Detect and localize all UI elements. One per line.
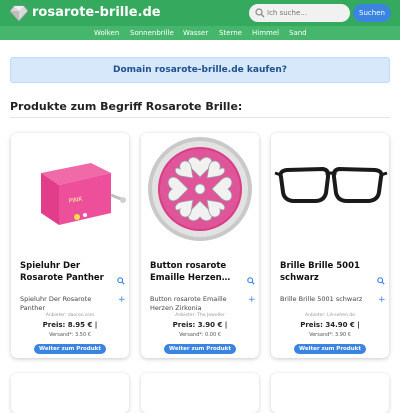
search-icon — [255, 8, 265, 18]
product-card[interactable] — [11, 373, 129, 413]
product-card[interactable]: Brille Brille 5001 schwarz Brille Brille… — [271, 133, 389, 358]
site-name[interactable]: rosarote-brille.de — [32, 4, 161, 22]
domain-sale-banner[interactable]: Domain rosarote-brille.de kaufen? — [10, 57, 390, 83]
product-price: Preis: 3.90 € | — [172, 321, 228, 329]
zoom-icon[interactable] — [247, 277, 255, 285]
product-link-button[interactable]: Weiter zum Produkt — [294, 344, 366, 354]
product-shipping: Versand*: 3.50 € — [49, 332, 91, 338]
nav-item-wolken[interactable]: Wolken — [94, 26, 119, 40]
zoom-icon[interactable] — [117, 277, 125, 285]
product-link-button[interactable]: Weiter zum Produkt — [34, 344, 106, 354]
product-link-button[interactable]: Weiter zum Produkt — [164, 344, 236, 354]
category-nav: Wolken Sonnenbrille Wasser Sterne Himmel… — [0, 26, 400, 40]
music-box-image[interactable]: PINK — [11, 133, 129, 251]
nav-item-sterne[interactable]: Sterne — [219, 26, 242, 40]
product-description: Button rosarote Emaille Herzen Zirkonia — [150, 295, 227, 312]
product-description: Spieluhr Der Rosarote Panther — [20, 295, 92, 312]
product-card[interactable] — [141, 373, 259, 413]
search-box[interactable] — [249, 4, 350, 22]
product-title[interactable]: Brille Brille 5001 schwarz — [280, 260, 378, 284]
expand-plus-icon[interactable]: + — [378, 296, 386, 305]
product-card[interactable]: PINK Spieluhr Der Rosarote Panther Spiel… — [11, 133, 129, 358]
product-title[interactable]: Button rosarote Emaille Herzen… — [150, 260, 248, 284]
header-bar: rosarote-brille.de Suchen — [0, 0, 400, 26]
section-title: Produkte zum Begriff Rosarote Brille: — [10, 100, 243, 113]
product-shipping: Versand*: 3.90 € — [309, 332, 351, 338]
search-input[interactable] — [267, 4, 347, 22]
product-price: Preis: 34.90 € | — [300, 321, 360, 329]
product-card[interactable] — [271, 373, 389, 413]
nav-item-sonnenbrille[interactable]: Sonnenbrille — [130, 26, 174, 40]
product-card[interactable]: Button rosarote Emaille Herzen… Button r… — [141, 133, 259, 358]
heart-button-image[interactable] — [141, 133, 259, 251]
product-shipping: Versand*: 0.00 € — [179, 332, 221, 338]
nav-item-wasser[interactable]: Wasser — [183, 26, 208, 40]
search-button[interactable]: Suchen — [353, 4, 391, 22]
section-divider — [10, 117, 390, 118]
expand-plus-icon[interactable]: + — [248, 296, 256, 305]
product-vendor: Anbieter: The Jeweller — [175, 313, 225, 318]
expand-plus-icon[interactable]: + — [118, 296, 126, 305]
product-price: Preis: 8.95 € | — [42, 321, 98, 329]
product-description: Brille Brille 5001 schwarz — [280, 295, 363, 303]
nav-item-himmel[interactable]: Himmel — [252, 26, 279, 40]
product-vendor: Anbieter: LA-sehen.de — [305, 313, 355, 318]
nav-item-sand[interactable]: Sand — [289, 26, 307, 40]
product-vendor: Anbieter: daoroc.com — [45, 313, 95, 318]
product-title[interactable]: Spieluhr Der Rosarote Panther — [20, 260, 118, 284]
glasses-image[interactable] — [271, 133, 389, 251]
gem-icon[interactable] — [10, 5, 28, 21]
zoom-icon[interactable] — [377, 277, 385, 285]
